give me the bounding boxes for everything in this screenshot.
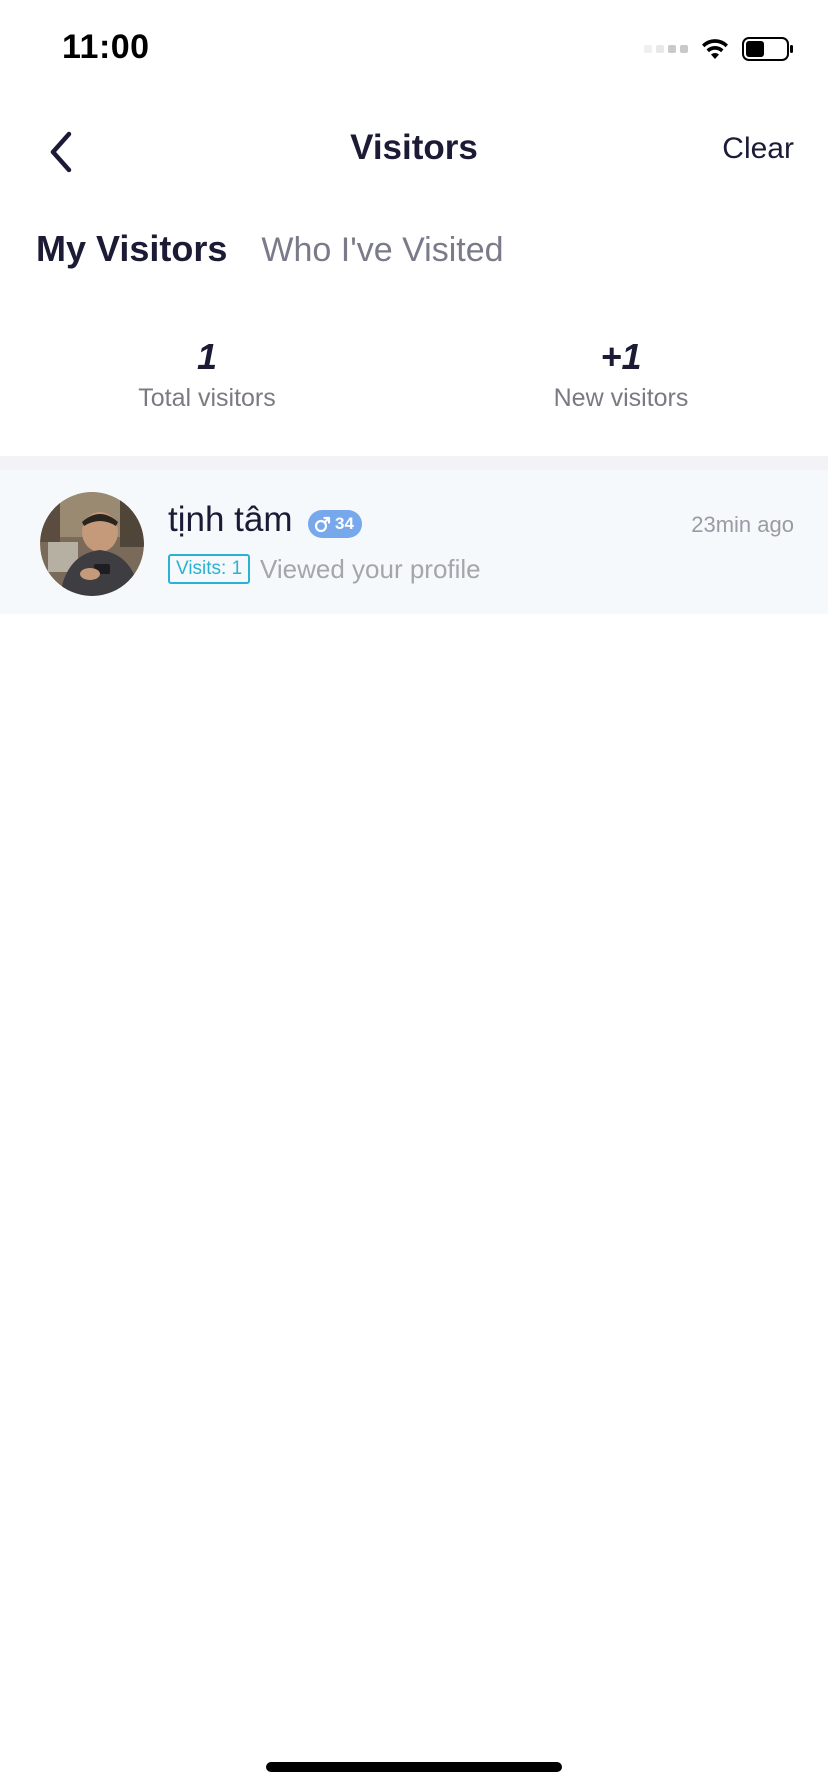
gender-age-badge: 34 bbox=[308, 510, 362, 538]
status-time: 11:00 bbox=[62, 28, 150, 66]
visitor-stats: 1 Total visitors +1 New visitors bbox=[0, 336, 828, 426]
battery-icon bbox=[742, 37, 793, 61]
section-divider bbox=[0, 456, 828, 470]
tab-my-visitors[interactable]: My Visitors bbox=[36, 228, 227, 270]
tab-who-ive-visited[interactable]: Who I've Visited bbox=[261, 231, 503, 270]
total-visitors-value: 1 bbox=[196, 336, 218, 377]
male-icon bbox=[314, 516, 331, 533]
avatar[interactable] bbox=[40, 492, 144, 596]
tab-bar: My Visitors Who I've Visited bbox=[36, 228, 504, 270]
visits-count-tag: Visits: 1 bbox=[168, 554, 251, 584]
visitor-name: tịnh tâm bbox=[168, 500, 293, 539]
page-title: Visitors bbox=[350, 128, 478, 167]
clear-button[interactable]: Clear bbox=[722, 132, 794, 166]
new-visitors-label: New visitors bbox=[553, 384, 689, 412]
visit-time: 23min ago bbox=[691, 512, 794, 537]
new-visitors-value: +1 bbox=[600, 336, 642, 377]
wifi-icon bbox=[702, 39, 728, 59]
nav-bar: Visitors Clear bbox=[0, 100, 828, 204]
new-visitors-stat: +1 New visitors bbox=[414, 336, 828, 426]
total-visitors-stat: 1 Total visitors bbox=[0, 336, 414, 426]
status-icons bbox=[644, 34, 794, 64]
total-visitors-label: Total visitors bbox=[138, 384, 276, 412]
visitor-age: 34 bbox=[335, 514, 354, 533]
status-bar: 11:00 bbox=[0, 0, 828, 100]
list-item[interactable]: tịnh tâm 34 23min ago Visits: 1 Viewed y… bbox=[0, 470, 828, 614]
signal-icon bbox=[644, 45, 688, 53]
visit-description: Viewed your profile bbox=[260, 554, 481, 584]
home-indicator[interactable] bbox=[266, 1762, 562, 1772]
